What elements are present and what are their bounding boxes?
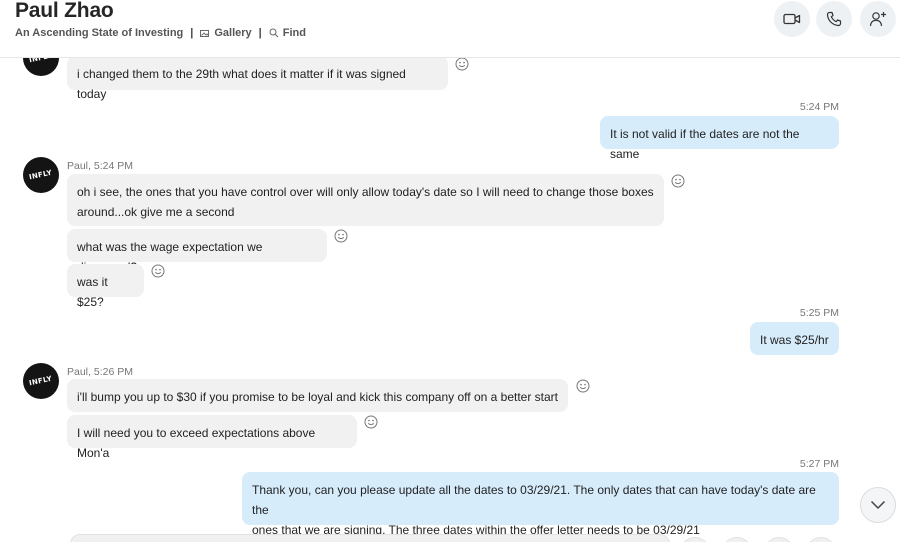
message-bubble-incoming[interactable]: oh i see, the ones that you have control… bbox=[67, 174, 664, 226]
message-bubble-outgoing[interactable]: It is not valid if the dates are not the… bbox=[600, 116, 839, 161]
message-bubble-outgoing[interactable]: It was $25/hr bbox=[750, 322, 839, 355]
sender-meta: Paul, 5:24 PM bbox=[67, 160, 133, 172]
avatar[interactable]: INFLY bbox=[23, 58, 59, 76]
gallery-label: Gallery bbox=[214, 27, 252, 39]
message-bubble-incoming[interactable]: what was the wage expectation we discuss… bbox=[67, 229, 327, 274]
message-text: was it $25? bbox=[77, 275, 108, 309]
gallery-icon bbox=[200, 29, 210, 37]
gallery-link[interactable]: Gallery bbox=[200, 27, 252, 39]
chat-header: Paul Zhao An Ascending State of Investin… bbox=[0, 0, 900, 58]
message-bubble-incoming[interactable]: was it $25? bbox=[67, 264, 144, 309]
avatar[interactable]: INFLY bbox=[23, 363, 59, 399]
message-bubble-incoming[interactable]: I will need you to exceed expectations a… bbox=[67, 415, 357, 460]
add-reaction-icon[interactable] bbox=[334, 229, 348, 243]
sender-meta: Paul, 5:26 PM bbox=[67, 366, 133, 378]
add-reaction-icon[interactable] bbox=[455, 58, 469, 71]
find-label: Find bbox=[282, 27, 306, 39]
add-person-icon bbox=[869, 12, 886, 27]
message-bubble-outgoing[interactable]: Thank you, can you please update all the… bbox=[242, 472, 839, 537]
message-timestamp: 5:27 PM bbox=[799, 458, 839, 470]
message-text: i changed them to the 29th what does it … bbox=[77, 67, 406, 101]
message-text-line: oh i see, the ones that you have control… bbox=[77, 185, 654, 199]
add-people-button[interactable] bbox=[860, 1, 896, 37]
add-reaction-icon[interactable] bbox=[364, 415, 378, 429]
message-input[interactable] bbox=[70, 534, 670, 542]
video-call-button[interactable] bbox=[774, 1, 810, 37]
chevron-down-icon bbox=[870, 500, 886, 509]
audio-call-button[interactable] bbox=[816, 1, 852, 37]
message-text-line: Thank you, can you please update all the… bbox=[252, 483, 816, 517]
message-text: It was $25/hr bbox=[760, 333, 829, 347]
find-link[interactable]: Find bbox=[269, 27, 306, 39]
video-camera-icon bbox=[783, 13, 801, 25]
message-list[interactable]: INFLY i changed them to the 29th what do… bbox=[0, 58, 900, 542]
add-reaction-icon[interactable] bbox=[151, 264, 165, 278]
message-timestamp: 5:25 PM bbox=[799, 307, 839, 319]
avatar[interactable]: INFLY bbox=[23, 157, 59, 193]
message-text-line: around...ok give me a second bbox=[77, 205, 235, 219]
message-text: I will need you to exceed expectations a… bbox=[77, 426, 316, 460]
add-reaction-icon[interactable] bbox=[671, 174, 685, 188]
message-text: i'll bump you up to $30 if you promise t… bbox=[77, 390, 558, 404]
phone-icon bbox=[826, 11, 842, 27]
contact-name[interactable]: Paul Zhao bbox=[15, 0, 114, 23]
contact-mood: An Ascending State of Investing bbox=[15, 27, 184, 39]
message-bubble-incoming[interactable]: i changed them to the 29th what does it … bbox=[67, 58, 448, 101]
message-text: It is not valid if the dates are not the… bbox=[610, 127, 800, 161]
header-subline: An Ascending State of Investing | Galler… bbox=[15, 27, 306, 39]
scroll-to-bottom-button[interactable] bbox=[860, 487, 896, 523]
message-timestamp: 5:24 PM bbox=[799, 101, 839, 113]
divider: | bbox=[258, 27, 262, 39]
divider: | bbox=[190, 27, 194, 39]
search-icon bbox=[269, 28, 279, 38]
add-reaction-icon[interactable] bbox=[576, 379, 590, 393]
message-bubble-incoming[interactable]: i'll bump you up to $30 if you promise t… bbox=[67, 379, 568, 412]
